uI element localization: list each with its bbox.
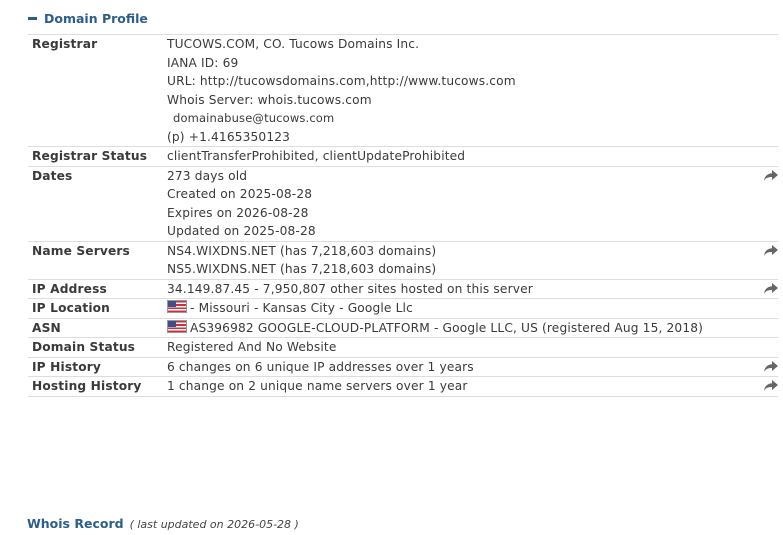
label-text: Hosting History [32,379,142,393]
registrar-phone: (p) +1.4165350123 [167,129,291,144]
row-label-hosting-history: Hosting History [28,376,167,397]
row-value-dates: 273 days old Created on 2025-08-28 Expir… [167,165,750,241]
row-action-empty [750,337,778,357]
share-arrow-icon[interactable] [764,244,778,257]
row-action-dates [750,165,778,241]
asn-line: AS396982 GOOGLE-CLOUD-PLATFORM - Google … [167,319,750,338]
registrar-iana-id: IANA ID: 69 [167,55,239,70]
ip-history-value: 6 changes on 6 unique IP addresses over … [167,359,474,374]
whois-record-title[interactable]: Whois Record [27,516,124,531]
whois-last-updated: ( last updated on 2026-05-28 ) [129,518,299,531]
minus-icon[interactable] [28,16,37,20]
row-registrar-status: Registrar Status clientTransferProhibite… [28,146,778,166]
domain-profile-title: Domain Profile [44,10,148,26]
row-ip-history: IP History 6 changes on 6 unique IP addr… [28,356,778,377]
label-text: IP Address [32,281,107,296]
row-ip-address: IP Address 34.149.87.45 - 7,950,807 othe… [28,278,778,299]
registrar-whois-server: Whois Server: whois.tucows.com [167,92,372,107]
name-server-item[interactable]: NS4.WIXDNS.NET (has 7,218,603 domains) [167,242,750,261]
label-text: ASN [32,320,61,335]
label-text: Name Servers [32,243,130,258]
row-value-registrar: TUCOWS.COM, CO. Tucows Domains Inc. IANA… [167,34,750,147]
row-label-ip-history: IP History [28,356,167,377]
row-label-asn: ASN [28,317,167,338]
registrar-name: TUCOWS.COM, CO. Tucows Domains Inc. [167,37,420,51]
row-action-empty [750,317,778,338]
row-value-ip-location: - Missouri - Kansas City - Google Llc [167,298,750,318]
domain-profile-header[interactable]: Domain Profile [28,9,148,27]
row-label-registrar-status: Registrar Status [28,146,167,166]
row-label-name-servers: Name Servers [28,240,167,279]
row-action-name-servers [750,240,778,279]
share-arrow-icon[interactable] [764,360,778,373]
domain-age: 273 days old [167,168,248,183]
share-arrow-icon[interactable] [764,169,778,182]
row-dates: Dates 273 days old Created on 2025-08-28… [28,165,778,241]
row-label-ip-location: IP Location [28,298,167,318]
share-arrow-icon[interactable] [764,282,778,295]
whois-record-footer: Whois Record ( last updated on 2026-05-2… [27,516,299,531]
label-text: Registrar Status [32,149,148,163]
domain-profile-table: Registrar TUCOWS.COM, CO. Tucows Domains… [28,34,778,397]
row-value-asn: AS396982 GOOGLE-CLOUD-PLATFORM - Google … [167,317,750,338]
us-flag-icon [167,319,187,333]
created-date: Created on 2025-08-28 [167,187,313,201]
registrar-status-value: clientTransferProhibited, clientUpdatePr… [167,149,466,163]
row-label-dates: Dates [28,165,167,241]
row-asn: ASN AS396982 GOOGLE-CLOUD-PLATFORM - Goo… [28,317,778,338]
row-label-ip-address: IP Address [28,278,167,299]
expires-date: Expires on 2026-08-28 [167,205,309,220]
registrar-url[interactable]: URL: http://tucowsdomains.com,http://www… [167,72,750,91]
row-domain-status: Domain Status Registered And No Website [28,337,778,357]
row-label-domain-status: Domain Status [28,337,167,357]
row-hosting-history: Hosting History 1 change on 2 unique nam… [28,376,778,397]
label-text: Registrar [32,37,98,51]
registrar-abuse-email[interactable]: domainabuse@tucows.com [167,109,750,128]
row-action-empty [750,146,778,166]
domain-status-value: Registered And No Website [167,340,337,354]
row-value-hosting-history: 1 change on 2 unique name servers over 1… [167,376,750,397]
row-action-empty [750,34,778,147]
row-action-ip-address [750,278,778,299]
label-text: IP History [32,359,101,374]
label-text: IP Location [32,301,111,315]
row-action-hosting-history [750,376,778,397]
name-server-item[interactable]: NS5.WIXDNS.NET (has 7,218,603 domains) [167,260,750,279]
row-value-name-servers: NS4.WIXDNS.NET (has 7,218,603 domains) N… [167,240,750,279]
row-value-domain-status: Registered And No Website [167,337,750,357]
row-value-registrar-status: clientTransferProhibited, clientUpdatePr… [167,146,750,166]
ip-location-value: - Missouri - Kansas City - Google Llc [190,301,413,315]
label-text: Domain Status [32,340,136,354]
row-ip-location: IP Location - Missouri - Kansas City - G… [28,298,778,318]
row-value-ip-history: 6 changes on 6 unique IP addresses over … [167,356,750,377]
row-value-ip-address: 34.149.87.45 - 7,950,807 other sites hos… [167,278,750,299]
updated-date: Updated on 2025-08-28 [167,224,316,238]
row-registrar: Registrar TUCOWS.COM, CO. Tucows Domains… [28,34,778,147]
row-action-empty [750,298,778,318]
row-label-registrar: Registrar [28,34,167,147]
ip-address-value[interactable]: 34.149.87.45 - 7,950,807 other sites hos… [167,280,750,299]
asn-value: AS396982 GOOGLE-CLOUD-PLATFORM - Google … [190,320,704,335]
ip-location-line: - Missouri - Kansas City - Google Llc [167,299,750,318]
share-arrow-icon[interactable] [764,380,778,392]
label-text: Dates [32,168,73,183]
row-action-ip-history [750,356,778,377]
hosting-history-value: 1 change on 2 unique name servers over 1… [167,379,468,393]
us-flag-icon [167,300,187,313]
row-name-servers: Name Servers NS4.WIXDNS.NET (has 7,218,6… [28,240,778,279]
